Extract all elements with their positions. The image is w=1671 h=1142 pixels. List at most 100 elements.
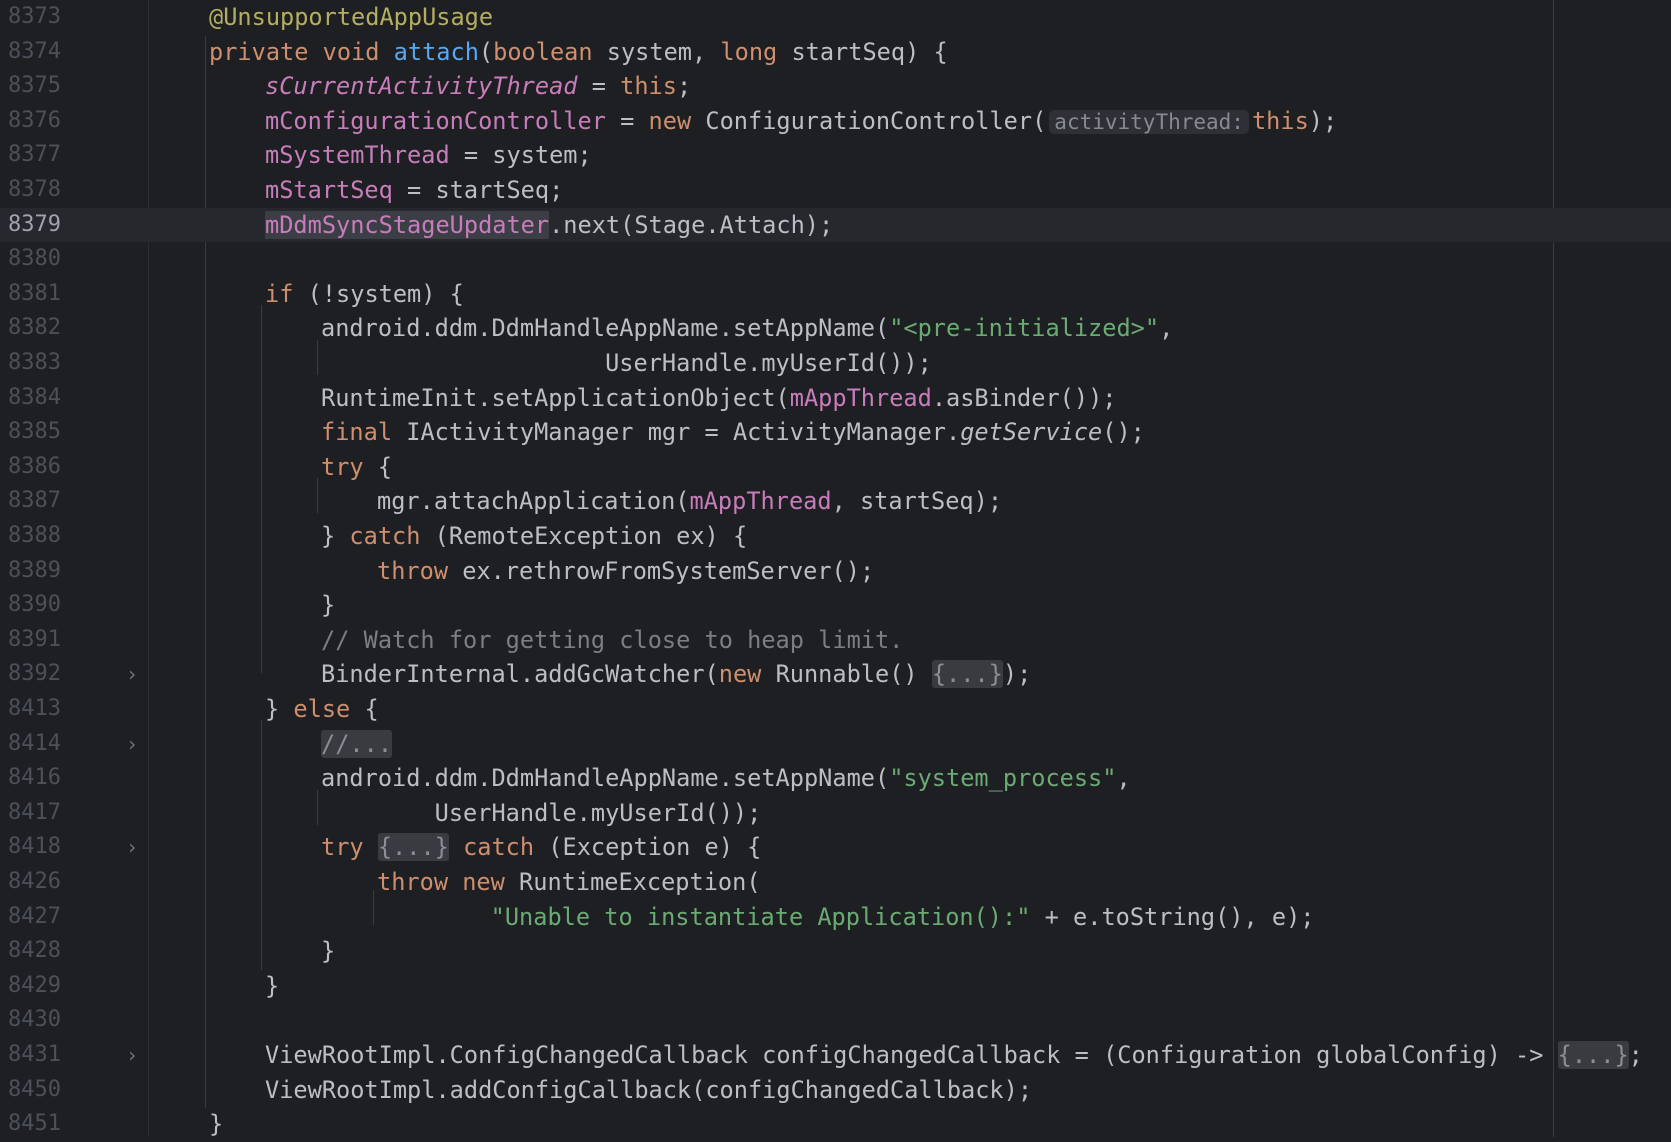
code-text[interactable]: if (!system) { (265, 277, 464, 312)
line-number[interactable]: 8426 (8, 865, 61, 900)
code-text[interactable]: try { (321, 450, 392, 485)
line-number[interactable]: 8431 (8, 1038, 61, 1073)
code-line[interactable]: 8379 mDdmSyncStageUpdater.next(Stage.Atta… (0, 207, 1671, 243)
code-text[interactable]: try {...} catch (Exception e) { (321, 830, 761, 865)
code-text[interactable]: ViewRootImpl.addConfigCallback(configCha… (265, 1073, 1032, 1108)
code-text[interactable]: } (321, 934, 335, 969)
line-number[interactable]: 8381 (8, 277, 61, 312)
code-text[interactable]: @UnsupportedAppUsage (209, 0, 493, 35)
line-number[interactable]: 8430 (8, 1003, 61, 1038)
line-number[interactable]: 8392 (8, 657, 61, 692)
code-text[interactable]: // Watch for getting close to heap limit… (321, 623, 903, 658)
code-text[interactable]: } (265, 969, 279, 1004)
code-line[interactable]: 8413 } else { (0, 692, 1671, 727)
code-text[interactable]: android.ddm.DdmHandleAppName.setAppName(… (321, 761, 1131, 796)
code-text[interactable]: "Unable to instantiate Application():" +… (377, 900, 1315, 935)
folded-code-region[interactable]: //... (321, 729, 393, 758)
code-text[interactable]: //... (321, 727, 393, 762)
line-number[interactable]: 8416 (8, 761, 61, 796)
code-text[interactable]: BinderInternal.addGcWatcher(new Runnable… (321, 657, 1031, 692)
code-text[interactable]: mConfigurationController = new Configura… (265, 104, 1337, 140)
code-text[interactable]: } (321, 588, 335, 623)
folded-code-region[interactable]: {...} (1557, 1041, 1629, 1069)
line-number[interactable]: 8388 (8, 519, 61, 554)
code-line[interactable]: 8388 } catch (RemoteException ex) { (0, 519, 1671, 554)
code-text[interactable]: throw new RuntimeException( (377, 865, 761, 900)
line-number[interactable]: 8376 (8, 104, 61, 139)
code-line[interactable]: 8378 mStartSeq = startSeq; (0, 173, 1671, 208)
line-number[interactable]: 8383 (8, 346, 61, 381)
code-line[interactable]: 8381 if (!system) { (0, 277, 1671, 312)
code-line[interactable]: 8382 android.ddm.DdmHandleAppName.setAppN… (0, 311, 1671, 346)
line-number[interactable]: 8390 (8, 588, 61, 623)
code-text[interactable]: mDdmSyncStageUpdater.next(Stage.Attach); (265, 208, 833, 243)
code-text[interactable]: } else { (265, 692, 379, 727)
code-line[interactable]: 8426 throw new RuntimeException( (0, 865, 1671, 900)
code-editor[interactable]: 8373 @UnsupportedAppUsage 8374 private void… (0, 0, 1671, 1138)
line-number[interactable]: 8418 (8, 830, 61, 865)
code-text[interactable]: UserHandle.myUserId()); (321, 796, 762, 831)
code-line[interactable]: 8385 final IActivityManager mgr = Activit… (0, 415, 1671, 450)
code-line[interactable]: 8418 › try {...} catch (Exception e) { (0, 830, 1671, 865)
code-line[interactable]: 8373 @UnsupportedAppUsage (0, 0, 1671, 35)
code-line[interactable]: 8414 › //... (0, 727, 1671, 762)
line-number[interactable]: 8391 (8, 623, 61, 658)
code-line[interactable]: 8430 (0, 1003, 1671, 1038)
code-line[interactable]: 8374 private void attach(boolean system, … (0, 35, 1671, 70)
code-line[interactable]: 8428} (0, 934, 1671, 969)
code-line[interactable]: 8417 UserHandle.myUserId()); (0, 796, 1671, 831)
code-line[interactable]: 8390} (0, 588, 1671, 623)
code-text[interactable]: mStartSeq = startSeq; (265, 173, 563, 208)
code-line[interactable]: 8392 › BinderInternal.addGcWatcher(new Run… (0, 657, 1671, 692)
code-line[interactable]: 8383 UserHandle.myUserId()); (0, 346, 1671, 381)
line-number[interactable]: 8387 (8, 484, 61, 519)
code-line[interactable]: 8391 // Watch for getting close to heap l… (0, 623, 1671, 658)
line-number[interactable]: 8389 (8, 554, 61, 589)
chevron-right-icon[interactable]: › (126, 830, 138, 865)
code-line[interactable]: 8377 mSystemThread = system; (0, 138, 1671, 173)
line-number[interactable]: 8385 (8, 415, 61, 450)
line-number[interactable]: 8373 (8, 0, 61, 35)
code-text[interactable]: throw ex.rethrowFromSystemServer(); (377, 554, 874, 589)
line-number[interactable]: 8429 (8, 969, 61, 1004)
code-line[interactable]: 8380 (0, 242, 1671, 277)
line-number[interactable]: 8386 (8, 450, 61, 485)
code-text[interactable]: private void attach(boolean system, long… (209, 35, 948, 70)
chevron-right-icon[interactable]: › (126, 1038, 138, 1073)
code-line[interactable]: 8387 mgr.attachApplication(mAppThread, st… (0, 484, 1671, 519)
line-number[interactable]: 8380 (8, 242, 61, 277)
line-number[interactable]: 8417 (8, 796, 61, 831)
code-line[interactable]: 8375 sCurrentActivityThread = this; (0, 69, 1671, 104)
code-text[interactable]: sCurrentActivityThread = this; (265, 69, 691, 104)
line-number[interactable]: 8414 (8, 727, 61, 762)
chevron-right-icon[interactable]: › (126, 657, 138, 692)
line-number[interactable]: 8375 (8, 69, 61, 104)
line-number[interactable]: 8413 (8, 692, 61, 727)
code-text[interactable]: } catch (RemoteException ex) { (321, 519, 747, 554)
code-text[interactable]: android.ddm.DdmHandleAppName.setAppName(… (321, 311, 1173, 346)
line-number[interactable]: 8450 (8, 1073, 61, 1108)
folded-code-region[interactable]: {...} (931, 660, 1003, 689)
code-text[interactable]: ViewRootImpl.ConfigChangedCallback confi… (265, 1038, 1643, 1073)
code-line[interactable]: 8416 android.ddm.DdmHandleAppName.setAppN… (0, 761, 1671, 796)
code-line[interactable]: 8427 "Unable to instantiate Application(… (0, 900, 1671, 935)
folded-code-region[interactable]: {...} (377, 833, 449, 862)
line-number[interactable]: 8382 (8, 311, 61, 346)
line-number[interactable]: 8379 (8, 208, 61, 243)
code-line[interactable]: 8384 RuntimeInit.setApplicationObject(mAp… (0, 381, 1671, 416)
code-text[interactable]: mSystemThread = system; (265, 138, 592, 173)
chevron-right-icon[interactable]: › (126, 727, 138, 762)
code-line[interactable]: 8431 › ViewRootImpl.ConfigChangedCallback … (0, 1038, 1671, 1073)
line-number[interactable]: 8374 (8, 35, 61, 70)
code-text[interactable]: mgr.attachApplication(mAppThread, startS… (377, 484, 1002, 519)
code-text[interactable]: RuntimeInit.setApplicationObject(mAppThr… (321, 381, 1116, 416)
line-number[interactable]: 8377 (8, 138, 61, 173)
line-number[interactable]: 8427 (8, 900, 61, 935)
line-number[interactable]: 8384 (8, 381, 61, 416)
code-line[interactable]: 8386 try { (0, 450, 1671, 485)
code-line[interactable]: 8450 ViewRootImpl.addConfigCallback(confi… (0, 1073, 1671, 1108)
code-line[interactable]: 8389 throw ex.rethrowFromSystemServer(); (0, 554, 1671, 589)
code-text[interactable]: final IActivityManager mgr = ActivityMan… (321, 415, 1145, 450)
code-line[interactable]: 8429} (0, 969, 1671, 1004)
line-number[interactable]: 8378 (8, 173, 61, 208)
